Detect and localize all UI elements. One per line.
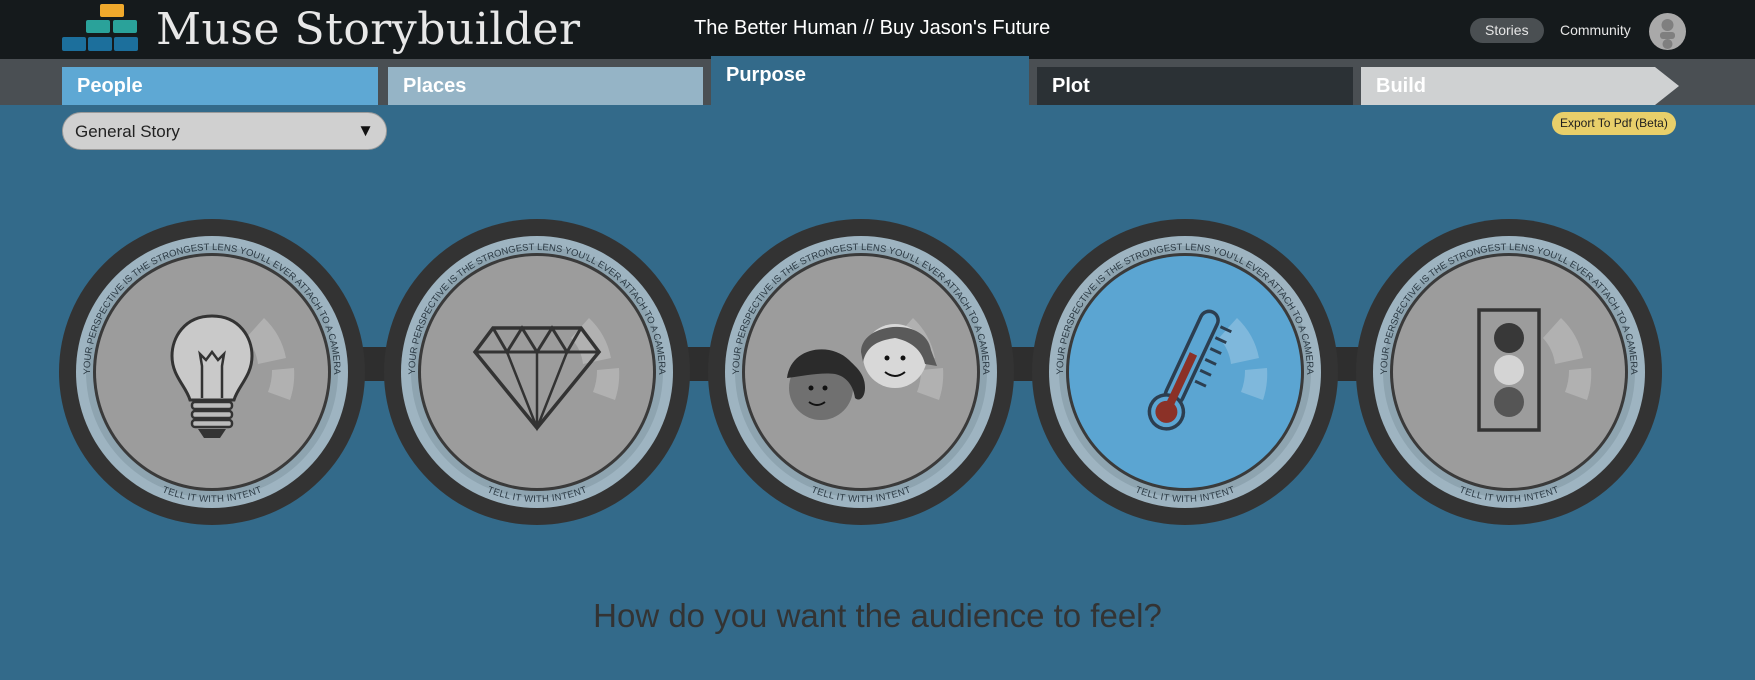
purpose-wheel-diamond[interactable]: YOUR PERSPECTIVE IS THE STRONGEST LENS Y… (384, 219, 690, 525)
tab-build[interactable]: Build (1361, 67, 1679, 105)
purpose-question: How do you want the audience to feel? (593, 597, 1162, 634)
purpose-wheel-thermometer[interactable]: YOUR PERSPECTIVE IS THE STRONGEST LENS Y… (1032, 219, 1338, 525)
community-nav-link[interactable]: Community (1560, 18, 1631, 43)
story-type-value: General Story (75, 122, 180, 141)
purpose-wheel-audience-faces[interactable]: YOUR PERSPECTIVE IS THE STRONGEST LENS Y… (708, 219, 1014, 525)
top-bar: Muse Storybuilder The Better Human // Bu… (0, 0, 1755, 59)
purpose-wheel-lightbulb[interactable]: YOUR PERSPECTIVE IS THE STRONGEST LENS Y… (59, 219, 365, 525)
tab-purpose[interactable]: Purpose (711, 56, 1029, 106)
export-pdf-button[interactable]: Export To Pdf (Beta) (1552, 112, 1676, 135)
dropdown-arrow-icon: ▼ (357, 121, 374, 140)
muse-logo-icon[interactable] (62, 4, 138, 54)
stories-nav-button[interactable]: Stories (1470, 18, 1544, 43)
user-avatar[interactable] (1649, 13, 1686, 50)
tab-plot[interactable]: Plot (1037, 67, 1353, 105)
tab-people[interactable]: People (62, 67, 378, 105)
story-type-select[interactable]: General Story ▼ (62, 112, 387, 150)
tab-places[interactable]: Places (388, 67, 703, 105)
story-title: The Better Human // Buy Jason's Future (694, 17, 1051, 39)
purpose-wheels: YOUR PERSPECTIVE IS THE STRONGEST LENS Y… (59, 219, 1662, 525)
purpose-wheel-traffic-light[interactable]: YOUR PERSPECTIVE IS THE STRONGEST LENS Y… (1356, 219, 1662, 525)
user-silhouette-icon (1660, 19, 1675, 49)
app-title[interactable]: Muse Storybuilder (156, 4, 581, 55)
